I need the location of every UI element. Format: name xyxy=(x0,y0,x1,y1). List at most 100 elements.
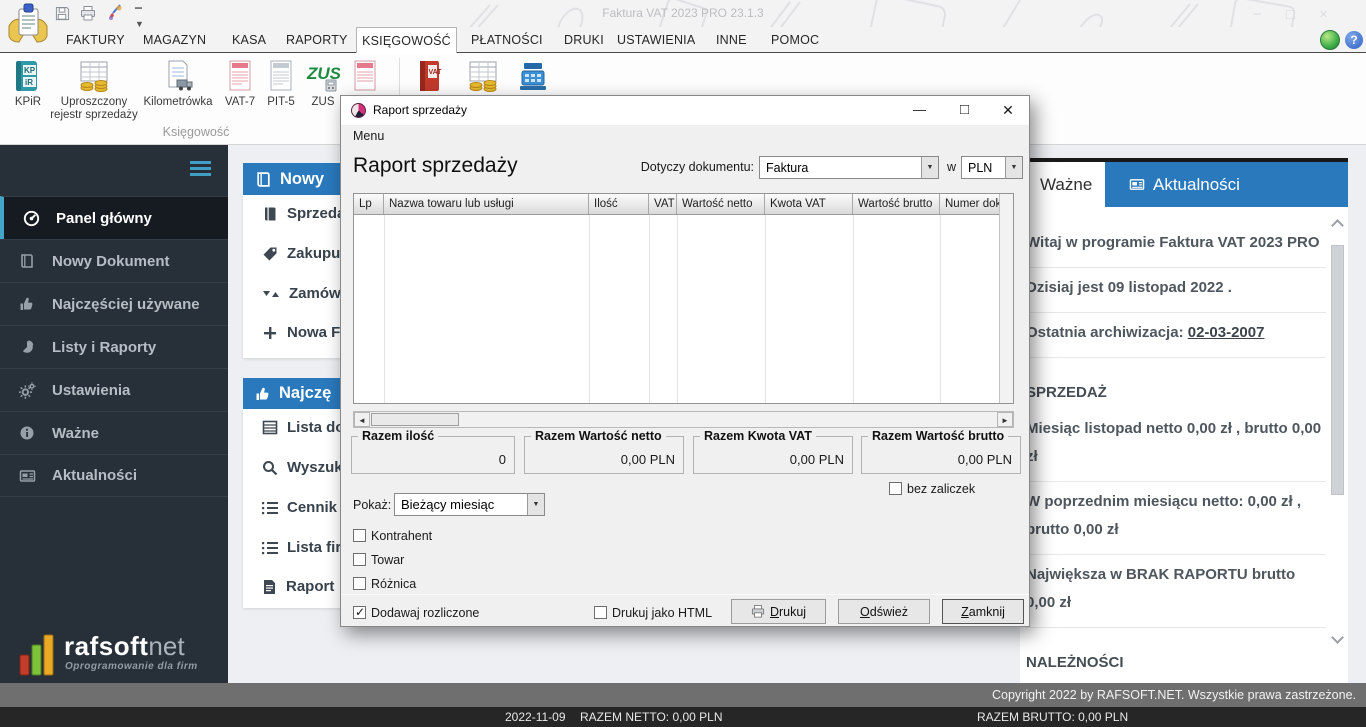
globe-icon[interactable] xyxy=(1320,30,1340,50)
total-brutto-value: 0,00 PLN xyxy=(957,452,1012,467)
form-icon[interactable] xyxy=(348,59,382,98)
archive-date-link[interactable]: 02-03-2007 xyxy=(1188,324,1265,341)
rafsoft-logo[interactable]: rafsoftnet Oprogramowanie dla firm xyxy=(18,631,218,677)
gears-icon xyxy=(17,381,37,399)
column-header[interactable]: Ilość xyxy=(589,194,649,214)
scrollbar-thumb[interactable] xyxy=(371,413,459,426)
ribbon-tab-raporty[interactable]: RAPORTY xyxy=(286,27,348,53)
table-coins-icon[interactable] xyxy=(77,59,111,98)
column-header[interactable]: VAT xyxy=(649,194,677,214)
scroll-down-icon[interactable] xyxy=(1331,631,1344,644)
sidebar-item-aktualnosci[interactable]: Aktualności xyxy=(0,454,228,497)
column-header[interactable]: Wartość brutto xyxy=(853,194,940,214)
ribbon-tab-inne[interactable]: INNE xyxy=(716,27,747,53)
right-panel-scrollbar[interactable] xyxy=(1330,213,1346,653)
book-icon xyxy=(17,253,37,269)
card-item-wyszukaj[interactable]: Wyszuk xyxy=(262,459,343,476)
scroll-left-icon[interactable]: ◄ xyxy=(354,412,370,427)
toolbar-button-label[interactable]: Kilometrówka xyxy=(133,96,223,109)
document-type-select[interactable]: Faktura ▼ xyxy=(759,156,939,179)
card-item-raport[interactable]: Raport xyxy=(262,578,334,595)
sidebar-item-panel-glowny[interactable]: Panel główny xyxy=(0,196,228,239)
drukuj-button[interactable]: Drukuj xyxy=(731,599,826,624)
card-item-lista-dokumentow[interactable]: Lista do xyxy=(262,419,345,436)
sidebar-item-najczesciej-uzywane[interactable]: Najczęściej używane xyxy=(0,282,228,325)
table-header-row: Lp Nazwa towaru lub usługi Ilość VAT War… xyxy=(354,194,1013,215)
table-icon xyxy=(262,420,278,435)
zus-icon[interactable]: ZUS xyxy=(306,59,342,98)
ribbon-tab-kasa[interactable]: KASA xyxy=(232,27,266,53)
copyright-text: Copyright 2022 by RAFSOFT.NET. Wszystkie… xyxy=(991,688,1356,702)
table-coins-icon[interactable] xyxy=(466,59,500,98)
towar-checkbox[interactable]: Towar xyxy=(353,551,404,569)
card-item-sprzedazy[interactable]: Sprzeda xyxy=(262,205,345,222)
column-header[interactable]: Nazwa towaru lub usługi xyxy=(384,194,589,214)
toolbar-button-label[interactable]: PIT-5 xyxy=(259,96,303,109)
footer-divider xyxy=(341,594,1029,595)
total-ilosc-groupbox: Razem ilość 0 xyxy=(351,429,515,474)
sidebar-item-nowy-dokument[interactable]: Nowy Dokument xyxy=(0,239,228,282)
ribbon-tab-ksiegowosc[interactable]: KSIĘGOWOŚĆ xyxy=(356,27,457,54)
pit5-form-icon[interactable] xyxy=(264,59,298,98)
quick-access-caret-icon[interactable]: ▔ ▼ xyxy=(135,8,144,29)
close-button[interactable]: ✕ xyxy=(988,96,1028,124)
sidebar: Panel główny Nowy Dokument Najczęściej u… xyxy=(0,145,228,683)
vat-binder-icon[interactable]: VAT xyxy=(411,59,445,98)
cash-register-icon[interactable] xyxy=(516,59,550,98)
ribbon-tab-platnosci[interactable]: PŁATNOŚCI xyxy=(471,27,543,53)
currency-select[interactable]: PLN ▼ xyxy=(961,156,1023,179)
odswiez-button[interactable]: Odśwież xyxy=(838,599,930,624)
scrollbar-thumb[interactable] xyxy=(1331,245,1344,495)
sidebar-item-listy-i-raporty[interactable]: Listy i Raporty xyxy=(0,325,228,368)
drukuj-jako-html-checkbox[interactable]: Drukuj jako HTML xyxy=(594,604,712,622)
toolbar-button-label[interactable]: KPiR xyxy=(6,96,50,109)
bez-zaliczek-checkbox[interactable]: bez zaliczek xyxy=(889,480,975,498)
save-icon[interactable] xyxy=(55,6,70,26)
roznica-checkbox[interactable]: Różnica xyxy=(353,575,416,593)
tab-aktualnosci[interactable]: Aktualności xyxy=(1105,162,1348,207)
column-header[interactable]: Wartość netto xyxy=(677,194,765,214)
ribbon-tab-ustawienia[interactable]: USTAWIENIA xyxy=(617,27,695,53)
dialog-menu[interactable]: Menu xyxy=(353,129,384,143)
table-horizontal-scrollbar[interactable]: ◄ ► xyxy=(353,411,1014,428)
maximize-button[interactable]: □ xyxy=(943,96,986,124)
column-header[interactable]: Numer dok xyxy=(940,194,1001,214)
scroll-right-icon[interactable]: ► xyxy=(997,412,1013,427)
toolbar-button-label[interactable]: ZUS xyxy=(301,96,345,109)
dialog-title-bar[interactable]: Raport sprzedaży — □ ✕ xyxy=(341,96,1029,125)
sidebar-item-wazne[interactable]: Ważne xyxy=(0,411,228,454)
right-panel-content: Witaj w programie Faktura VAT 2023 PRO D… xyxy=(1020,207,1348,683)
toolbar-button-label[interactable]: Uproszczony rejestr sprzedaży xyxy=(48,96,140,122)
brush-icon[interactable] xyxy=(107,4,123,26)
dodawaj-rozliczone-checkbox[interactable]: Dodawaj rozliczone xyxy=(353,604,479,622)
card-item-cennik[interactable]: Cennik xyxy=(262,499,337,516)
column-header[interactable]: Kwota VAT xyxy=(765,194,853,214)
zamknij-button[interactable]: Zamknij xyxy=(942,599,1024,624)
ribbon-tab-faktury[interactable]: FAKTURY xyxy=(66,27,125,53)
kpir-book-icon[interactable]: KP iR xyxy=(11,59,45,98)
period-select[interactable]: Bieżący miesiąc ▼ xyxy=(394,493,545,516)
scroll-up-icon[interactable] xyxy=(1331,219,1344,232)
total-brutto-groupbox: Razem Wartość brutto 0,00 PLN xyxy=(861,429,1021,474)
column-header[interactable]: Lp xyxy=(354,194,384,214)
document-truck-icon[interactable] xyxy=(161,59,195,98)
hamburger-menu-icon[interactable] xyxy=(190,161,211,179)
tab-wazne[interactable]: Ważne xyxy=(1020,162,1105,207)
toolbar-button-label[interactable]: VAT-7 xyxy=(218,96,262,109)
table-vertical-scrollbar[interactable] xyxy=(999,194,1013,403)
vat7-form-icon[interactable] xyxy=(223,59,257,98)
help-icon[interactable]: ? xyxy=(1345,31,1363,49)
card-item-zamowienia[interactable]: Zamów xyxy=(262,285,341,302)
search-icon xyxy=(263,460,278,475)
card-item-zakupu[interactable]: Zakupu xyxy=(262,245,340,262)
card-item-nowa-faktura[interactable]: Nowa F xyxy=(262,324,340,341)
minimize-button[interactable]: — xyxy=(898,96,941,124)
ribbon-tab-pomoc[interactable]: POMOC xyxy=(771,27,819,53)
book-icon xyxy=(257,171,270,187)
ribbon-tab-magazyn[interactable]: MAGAZYN xyxy=(143,27,206,53)
sidebar-item-ustawienia[interactable]: Ustawienia xyxy=(0,368,228,411)
card-item-lista-firm[interactable]: Lista fir xyxy=(262,539,341,556)
kontrahent-checkbox[interactable]: Kontrahent xyxy=(353,527,432,545)
print-icon[interactable] xyxy=(80,6,96,26)
ribbon-tab-druki[interactable]: DRUKI xyxy=(564,27,604,53)
